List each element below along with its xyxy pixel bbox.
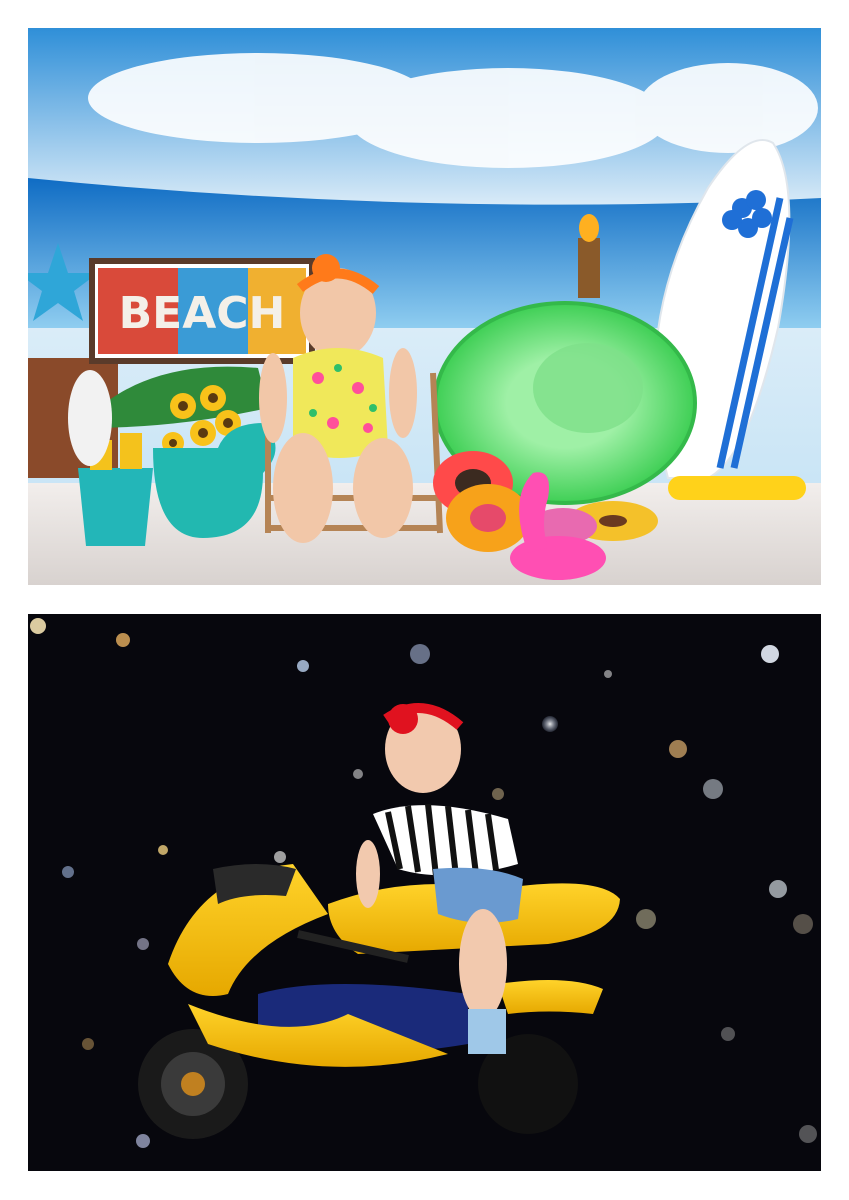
mermaid-statue <box>68 370 112 466</box>
baby-shoe <box>468 1009 506 1054</box>
beach-sign: BEACH <box>89 258 315 364</box>
bucket <box>78 468 153 546</box>
beach-scene: BEACH <box>28 28 821 585</box>
pool-noodle <box>668 476 806 500</box>
rear-fender <box>498 980 603 1014</box>
tiki-torch <box>578 214 600 298</box>
page: { "photos": [ { "id_label": "beach-photo… <box>0 0 849 1200</box>
motorcycle-photo <box>28 614 821 1171</box>
motorcycle-scene <box>28 614 821 1171</box>
beach-photo: BEACH <box>28 28 821 585</box>
beach-sign-text: BEACH <box>119 288 286 339</box>
